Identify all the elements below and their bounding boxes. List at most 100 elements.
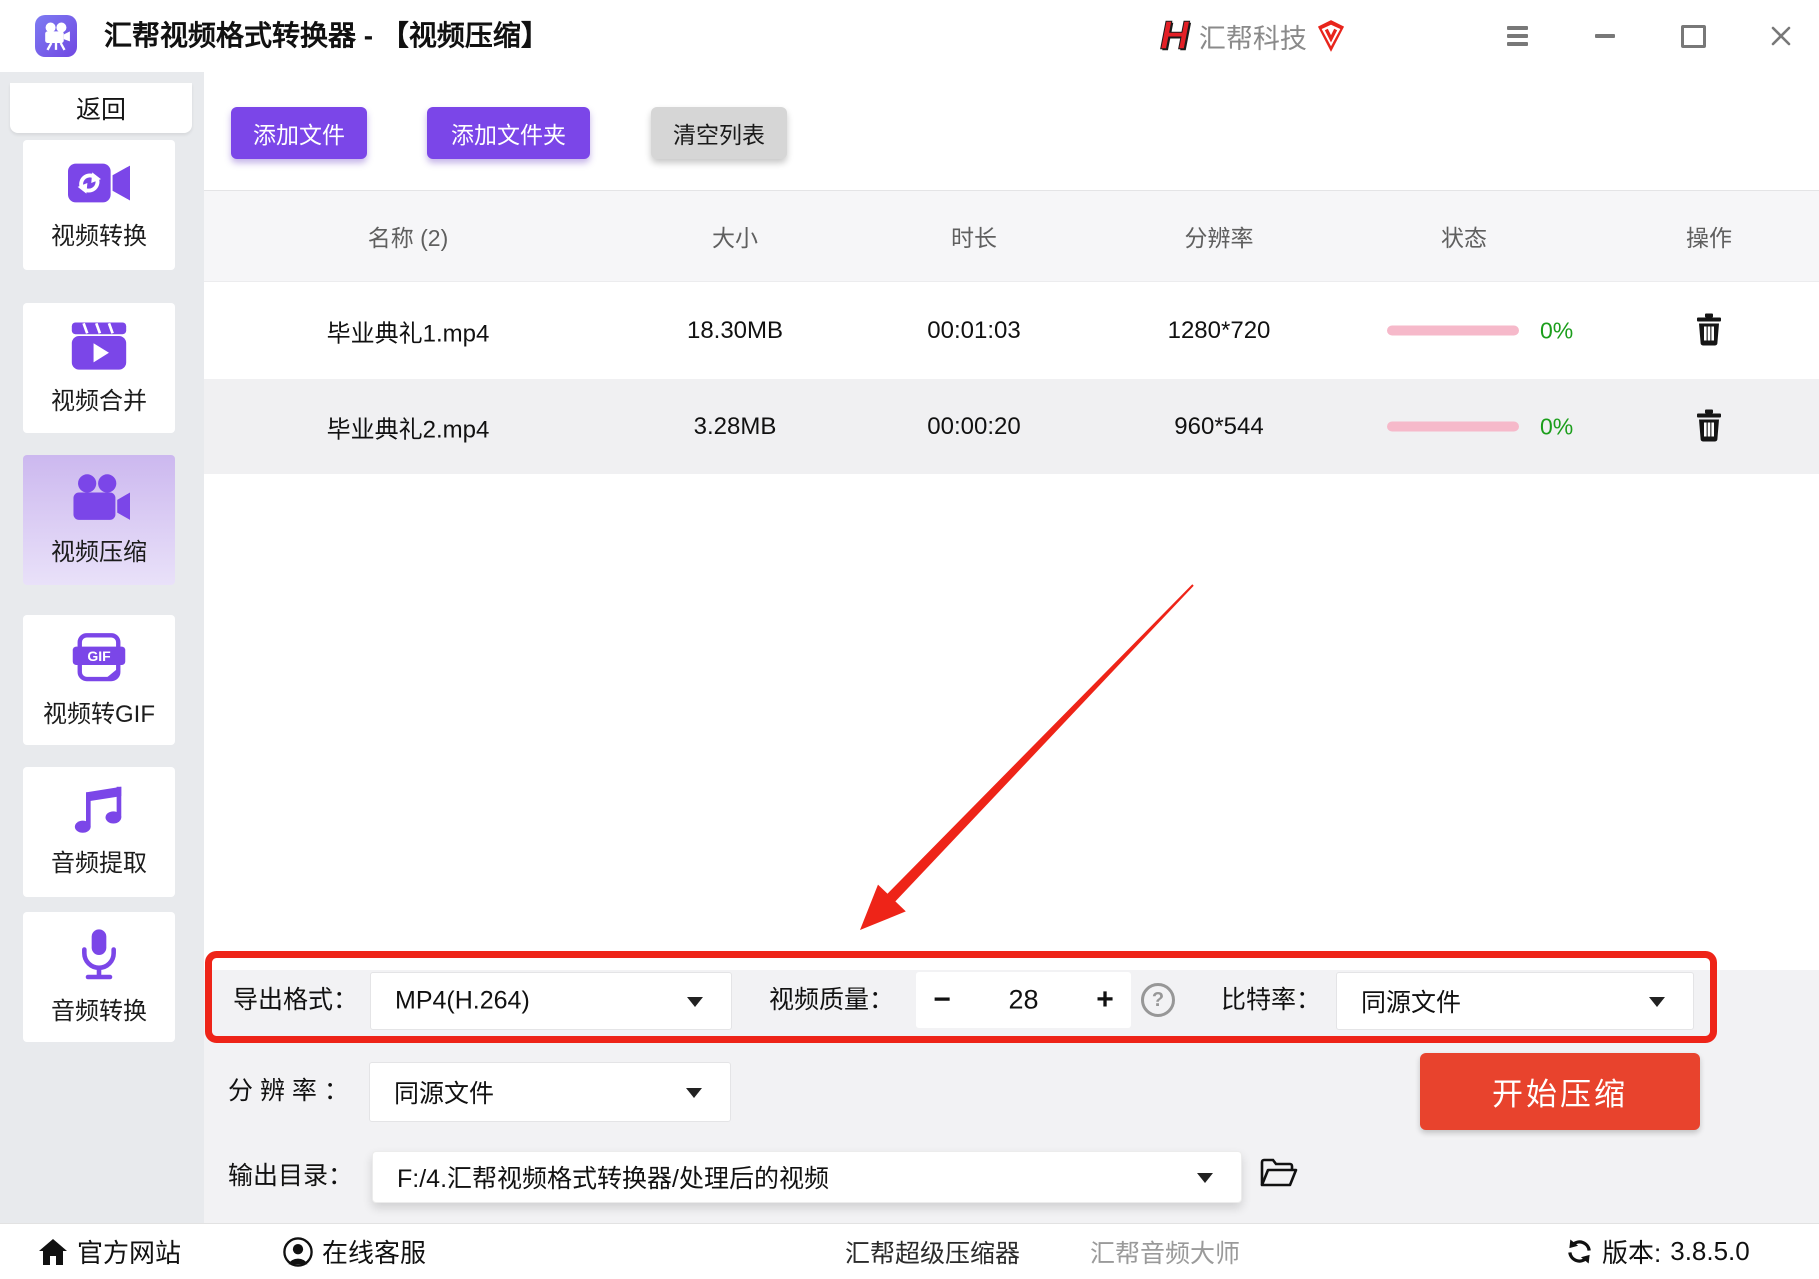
film-camera-icon [45, 22, 70, 51]
sidebar-item-audio-extract[interactable]: 音频提取 [23, 767, 175, 897]
sidebar-item-video-compress[interactable]: 视频压缩 [23, 455, 175, 585]
quality-value: 28 [1008, 984, 1039, 1015]
export-format-select[interactable]: MP4(H.264) [370, 972, 732, 1030]
video-merge-icon [71, 322, 127, 370]
quality-help-icon[interactable]: ? [1141, 983, 1175, 1017]
file-list-header: 名称 (2) 大小 时长 分辨率 状态 操作 [204, 191, 1819, 282]
version-area: 版本: 3.8.5.0 [1566, 1224, 1750, 1279]
start-compress-button[interactable]: 开始压缩 [1420, 1053, 1700, 1130]
sidebar-item-label: 视频压缩 [51, 539, 147, 566]
official-site-label: 官方网站 [77, 1238, 182, 1268]
bitrate-select[interactable]: 同源文件 [1336, 972, 1694, 1030]
output-dir-value: F:/4.汇帮视频格式转换器/处理后的视频 [397, 1165, 829, 1193]
brand-logo-icon: H [1160, 14, 1190, 58]
brand-area[interactable]: H 汇帮科技 [1160, 0, 1345, 72]
column-header-name: 名称 (2) [367, 225, 449, 251]
resolution-select[interactable]: 同源文件 [369, 1062, 731, 1122]
sidebar: 返回 视频转换 视频合并 视频压缩 GIF 视频转GIF 音频提取 音频转换 [0, 72, 204, 1224]
sidebar-item-video-to-gif[interactable]: GIF 视频转GIF [23, 615, 175, 745]
chevron-down-icon [686, 1088, 702, 1098]
home-icon [39, 1238, 67, 1265]
close-button[interactable] [1768, 23, 1794, 49]
table-row[interactable]: 毕业典礼2.mp4 3.28MB 00:00:20 960*544 0% [204, 379, 1819, 474]
maximize-icon [1680, 24, 1706, 48]
video-to-gif-icon: GIF [72, 633, 126, 682]
video-compress-icon [73, 474, 130, 520]
super-compressor-link[interactable]: 汇帮超级压缩器 [845, 1224, 1020, 1279]
super-compressor-label: 汇帮超级压缩器 [845, 1239, 1021, 1268]
video-convert-icon [68, 163, 130, 203]
file-resolution: 960*544 [1174, 412, 1264, 440]
sidebar-item-video-merge[interactable]: 视频合并 [23, 303, 175, 433]
resolution-label: 分 辨 率 ： [228, 1077, 349, 1105]
status-cell: 0% [1387, 413, 1573, 440]
column-header-duration: 时长 [951, 225, 997, 251]
svg-text:GIF: GIF [87, 648, 111, 664]
window-controls [1504, 0, 1794, 72]
audio-master-label: 汇帮音频大师 [1090, 1239, 1241, 1268]
quality-decrease-button[interactable]: − [920, 972, 964, 1028]
minimize-button[interactable] [1592, 23, 1618, 49]
file-name: 毕业典礼2.mp4 [326, 416, 490, 443]
resolution-value: 同源文件 [394, 1080, 495, 1108]
brand-name: 汇帮科技 [1198, 23, 1307, 54]
audio-master-link[interactable]: 汇帮音频大师 [1090, 1224, 1240, 1279]
trash-icon [1697, 313, 1721, 345]
file-name: 毕业典礼1.mp4 [326, 320, 490, 347]
microphone-icon [82, 929, 116, 980]
export-format-value: MP4(H.264) [395, 986, 530, 1015]
chevron-down-icon [1197, 1173, 1213, 1183]
browse-folder-button[interactable] [1260, 1158, 1298, 1193]
official-site-link[interactable]: 官方网站 [38, 1224, 181, 1279]
app-window: 汇帮视频格式转换器 - 【视频压缩】 H 汇帮科技 返回 视频转换 视频合并 视… [0, 0, 1819, 1279]
bitrate-label: 比特率： [1221, 986, 1322, 1014]
table-row[interactable]: 毕业典礼1.mp4 18.30MB 00:01:03 1280*720 0% [204, 282, 1819, 379]
online-support-link[interactable]: 在线客服 [283, 1224, 426, 1279]
status-cell: 0% [1387, 317, 1573, 344]
quality-stepper: − 28 + [916, 972, 1131, 1028]
vip-badge-icon[interactable] [1317, 19, 1345, 53]
file-size: 3.28MB [693, 412, 777, 440]
file-duration: 00:00:20 [927, 412, 1021, 440]
version-label: 版本: [1602, 1238, 1662, 1268]
file-list: 名称 (2) 大小 时长 分辨率 状态 操作 毕业典礼1.mp4 18.30MB… [204, 190, 1819, 971]
progress-bar [1387, 325, 1519, 336]
support-agent-icon [283, 1236, 313, 1267]
sidebar-item-label: 视频转换 [51, 223, 147, 250]
hamburger-icon [1506, 26, 1528, 46]
sidebar-item-video-convert[interactable]: 视频转换 [23, 140, 175, 270]
add-folder-button[interactable]: 添加文件夹 [427, 107, 590, 159]
file-duration: 00:01:03 [927, 316, 1021, 344]
trash-icon [1697, 409, 1721, 441]
refresh-icon[interactable] [1566, 1238, 1593, 1265]
menu-icon[interactable] [1504, 23, 1530, 49]
export-format-label: 导出格式： [233, 986, 359, 1014]
back-button[interactable]: 返回 [10, 83, 192, 133]
file-resolution: 1280*720 [1167, 316, 1271, 344]
titlebar: 汇帮视频格式转换器 - 【视频压缩】 H 汇帮科技 [0, 0, 1819, 72]
progress-bar [1387, 421, 1519, 432]
folder-icon [1260, 1158, 1298, 1187]
output-dir-select[interactable]: F:/4.汇帮视频格式转换器/处理后的视频 [372, 1151, 1242, 1203]
sidebar-item-label: 视频合并 [51, 388, 147, 415]
music-note-icon [74, 786, 122, 833]
delete-row-button[interactable] [1691, 405, 1727, 448]
file-size: 18.30MB [686, 316, 784, 344]
close-icon [1771, 26, 1791, 46]
progress-percent: 0% [1540, 317, 1574, 343]
sidebar-item-audio-convert[interactable]: 音频转换 [23, 912, 175, 1042]
column-header-resolution: 分辨率 [1184, 225, 1254, 251]
online-support-label: 在线客服 [322, 1238, 427, 1268]
column-header-actions: 操作 [1686, 225, 1732, 251]
add-file-button[interactable]: 添加文件 [231, 107, 367, 159]
column-header-size: 大小 [712, 225, 758, 251]
clear-list-button[interactable]: 清空列表 [651, 107, 787, 159]
sidebar-item-label: 音频提取 [51, 850, 147, 877]
video-quality-label: 视频质量： [769, 986, 895, 1014]
bitrate-value: 同源文件 [1361, 989, 1462, 1017]
quality-increase-button[interactable]: + [1083, 972, 1127, 1028]
sidebar-item-label: 视频转GIF [43, 701, 155, 728]
maximize-button[interactable] [1680, 23, 1706, 49]
progress-percent: 0% [1540, 413, 1574, 439]
delete-row-button[interactable] [1691, 309, 1727, 352]
